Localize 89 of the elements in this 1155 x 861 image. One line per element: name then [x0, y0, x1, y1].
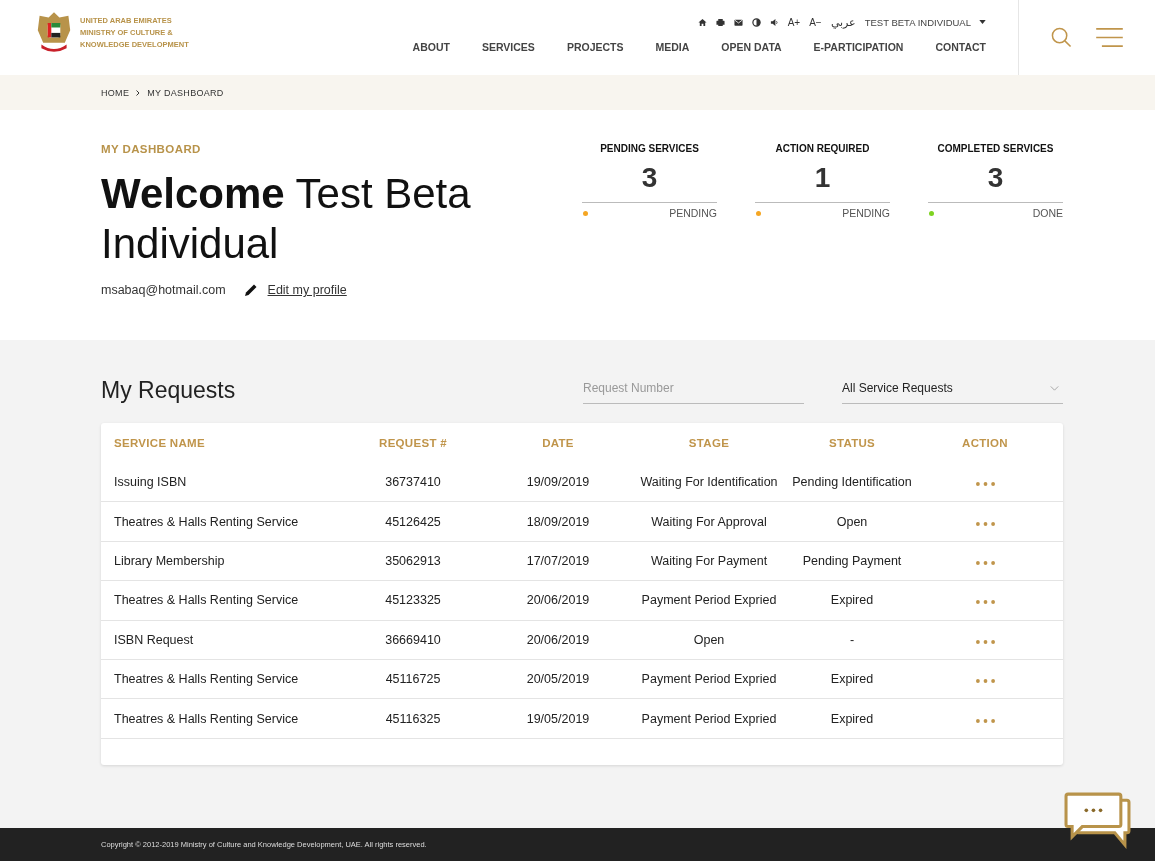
table-cell-text: ISBN Request	[113, 632, 195, 647]
stat-count: 1	[814, 162, 831, 194]
nav-link[interactable]: SERVICES	[481, 41, 535, 53]
more-icon[interactable]	[975, 600, 995, 605]
table-cell-text: 45123325	[384, 593, 442, 608]
table-cell-text: 17/07/2019	[525, 553, 591, 568]
more-icon[interactable]	[975, 718, 995, 723]
table-cell-text: 45116325	[384, 711, 442, 726]
nav-link[interactable]: PROJECTS	[566, 41, 624, 53]
table-cell-text: Waiting For Approval	[650, 514, 768, 529]
nav-link[interactable]: OPEN DATA	[721, 41, 782, 53]
speaker-icon[interactable]	[769, 17, 779, 27]
table-cell-text: Theatres & Halls Renting Service	[113, 514, 300, 529]
stat-count: 3	[987, 162, 1004, 194]
nav-link[interactable]: ABOUT	[412, 41, 450, 53]
column-header: ACTION	[961, 437, 1009, 449]
chat-icon[interactable]	[1064, 792, 1131, 849]
table-cell-text: Waiting For Payment	[649, 553, 769, 568]
table-cell-text: Expired	[829, 672, 875, 687]
search-icon[interactable]	[1051, 27, 1072, 48]
more-icon[interactable]	[975, 679, 995, 684]
column-header: SERVICE NAME	[113, 437, 206, 449]
pencil-icon	[243, 283, 258, 297]
table-cell-text: Payment Period Expried	[640, 672, 778, 687]
table-cell-text: 45116725	[384, 672, 442, 687]
stat-status: PENDING	[842, 207, 890, 219]
table-cell-text: 20/06/2019	[525, 593, 591, 608]
table-cell-text: Theatres & Halls Renting Service	[113, 593, 300, 608]
nav-link[interactable]: E-PARTICIPATION	[813, 41, 904, 53]
table-cell-text: -	[848, 632, 856, 647]
table-cell-text: Theatres & Halls Renting Service	[113, 672, 300, 687]
stat-title: COMPLETED SERVICES	[937, 143, 1054, 154]
request-number-field[interactable]: Request Number	[583, 381, 804, 404]
table-cell-text: 19/05/2019	[525, 711, 591, 726]
column-header: DATE	[541, 437, 575, 449]
menu-icon[interactable]	[1096, 28, 1123, 47]
table-cell-text: Payment Period Expried	[640, 711, 778, 726]
chevron-icon	[136, 89, 141, 96]
stat-status: PENDING	[669, 207, 717, 219]
table-cell-text: 36737410	[384, 475, 442, 490]
table-cell-text: Expired	[829, 711, 875, 726]
table-cell-text: Waiting For Identification	[639, 475, 779, 490]
more-icon[interactable]	[975, 521, 995, 526]
edit-profile-link[interactable]: Edit my profile	[267, 283, 347, 297]
font-larger-button[interactable]: A+	[787, 16, 801, 28]
stat-title: ACTION REQUIRED	[775, 143, 870, 154]
table-cell-text: 36669410	[384, 632, 442, 647]
home-icon[interactable]	[697, 17, 707, 27]
table-cell-text: Payment Period Expried	[640, 593, 778, 608]
table-cell-text: Theatres & Halls Renting Service	[113, 711, 300, 726]
table-cell-text: 18/09/2019	[525, 514, 591, 529]
chevron-down-icon	[1050, 385, 1059, 391]
table-cell-text: 19/09/2019	[525, 475, 591, 490]
table-cell-text: Expired	[829, 593, 875, 608]
language-link[interactable]: عربي	[830, 15, 856, 29]
email-text: msabaq@hotmail.com	[101, 283, 226, 297]
table-cell-text: Open	[835, 514, 869, 529]
table-cell-text: 20/06/2019	[525, 632, 591, 647]
column-header: STAGE	[687, 437, 731, 449]
table-cell-text: Issuing ISBN	[113, 475, 188, 490]
table-cell-text: 45126425	[384, 514, 442, 529]
table-cell-text: Pending Identification	[791, 475, 913, 490]
breadcrumb-current[interactable]: MY DASHBOARD	[147, 87, 224, 98]
more-icon[interactable]	[975, 482, 995, 487]
table-cell-text: 20/05/2019	[525, 672, 591, 687]
welcome-heading: Welcome Test Beta Individual	[101, 169, 472, 269]
nav-link[interactable]: MEDIA	[655, 41, 690, 53]
mail-icon[interactable]	[733, 17, 743, 27]
column-header: REQUEST #	[378, 437, 448, 449]
section-title: My Requests	[101, 376, 237, 404]
table-cell-text: Library Membership	[113, 553, 226, 568]
font-smaller-button[interactable]: A−	[809, 16, 822, 28]
more-icon[interactable]	[975, 639, 995, 644]
contrast-icon[interactable]	[751, 17, 761, 27]
nav-link[interactable]: CONTACT	[935, 41, 986, 53]
stat-title: PENDING SERVICES	[600, 143, 699, 154]
service-filter-dropdown[interactable]: All Service Requests	[842, 381, 1063, 404]
stat-count: 3	[641, 162, 658, 194]
more-icon[interactable]	[975, 560, 995, 565]
column-header: STATUS	[827, 437, 877, 449]
caret-icon	[979, 20, 986, 24]
table-cell-text: Pending Payment	[801, 553, 903, 568]
section-eyebrow: MY DASHBOARD	[101, 143, 202, 155]
user-menu[interactable]: TEST BETA INDIVIDUAL	[864, 16, 986, 28]
table-cell-text: Open	[692, 632, 726, 647]
stat-status: DONE	[1032, 207, 1063, 219]
breadcrumb-link[interactable]: HOME	[101, 87, 130, 98]
print-icon[interactable]	[715, 17, 725, 27]
table-cell-text: 35062913	[384, 553, 442, 568]
